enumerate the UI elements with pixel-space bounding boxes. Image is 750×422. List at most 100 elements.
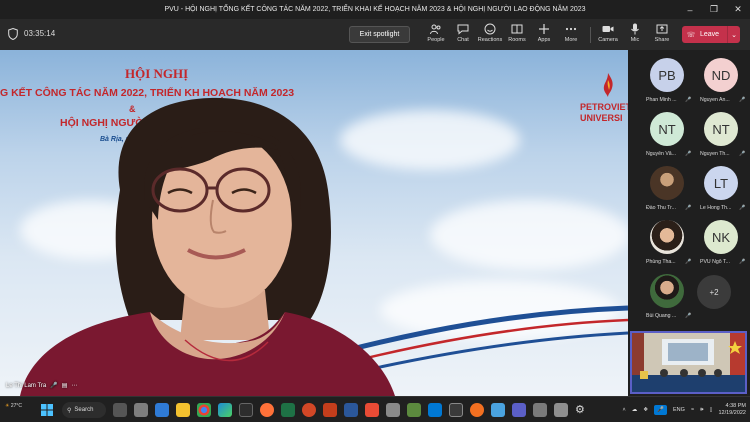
widgets-icon[interactable]: [134, 403, 148, 417]
system-tray: ˄ ☁ ❖ 🎤 ENG ≈ 🕪 ▯ 4:38 PM 12/19/2022: [623, 401, 747, 419]
app-icon[interactable]: [323, 403, 337, 417]
camera-button[interactable]: Camera: [594, 23, 622, 47]
people-button[interactable]: People: [422, 23, 450, 47]
leave-button[interactable]: ☏ Leave ⌄: [682, 26, 740, 43]
minimize-icon[interactable]: –: [678, 0, 702, 19]
speaker-name: Le Thi Lam Tra: [6, 382, 47, 389]
edge-icon[interactable]: [218, 403, 232, 417]
app-icon[interactable]: [554, 403, 568, 417]
excel-icon[interactable]: [281, 403, 295, 417]
participant-name: PVU Ngô T...: [700, 259, 730, 265]
firefox-icon[interactable]: [260, 403, 274, 417]
people-label: People: [427, 37, 445, 43]
more-button[interactable]: More: [557, 23, 585, 47]
mic-muted-icon: 🎤: [739, 151, 746, 157]
more-label: More: [564, 37, 578, 43]
chevron-up-icon[interactable]: ˄: [623, 407, 626, 413]
participant-name: Nguyen Th...: [700, 151, 730, 157]
app-icon[interactable]: [407, 403, 421, 417]
more-options-icon[interactable]: ⋯: [71, 382, 77, 389]
terminal-icon[interactable]: [449, 403, 463, 417]
clock[interactable]: 4:38 PM 12/19/2022: [718, 403, 746, 417]
rooms-button[interactable]: Rooms: [503, 23, 531, 47]
window-title: PVU - HỘI NGHỊ TỔNG KẾT CÔNG TÁC NĂM 202…: [164, 6, 586, 13]
app-icon[interactable]: [239, 403, 253, 417]
rooms-label: Rooms: [508, 37, 526, 43]
participant-name: Phùng Tha...: [646, 259, 676, 265]
weather-sun-icon: ☀: [5, 403, 10, 409]
settings-gear-icon[interactable]: ⚙: [575, 403, 589, 417]
volume-icon[interactable]: 🕪: [700, 407, 703, 414]
app-icon[interactable]: [365, 403, 379, 417]
cloud-icon[interactable]: ☁: [632, 407, 638, 413]
rooms-icon: [511, 24, 523, 34]
avatar: LT: [704, 166, 738, 200]
app-icon[interactable]: [470, 403, 484, 417]
pin-icon[interactable]: ▤: [62, 382, 68, 389]
reactions-label: Reactions: [477, 37, 503, 43]
windows-taskbar: ☀ 27°C ⚲ Search ⚙ ˄ ☁ ❖ 🎤 ENG ≈ 🕪 ▯ 4:38…: [0, 396, 750, 422]
more-dots-icon: [565, 27, 577, 31]
mic-muted-icon: 🎤: [739, 205, 746, 211]
apps-label: Apps: [537, 37, 551, 43]
avatar: NT: [650, 112, 684, 146]
participant-tile[interactable]: PB Phan Minh ... 🎤: [636, 52, 692, 104]
language-indicator[interactable]: ENG: [673, 407, 685, 413]
meeting-toolbar: 03:35:14 Exit spotlight People Chat Reac…: [0, 19, 750, 50]
participant-tile[interactable]: NT Nguyễn Vă... 🎤: [636, 106, 692, 158]
apps-button[interactable]: Apps: [530, 23, 558, 47]
wifi-icon[interactable]: ≈: [691, 407, 694, 413]
taskbar-search[interactable]: ⚲ Search: [62, 402, 106, 418]
powerpoint-icon[interactable]: [302, 403, 316, 417]
avatar-photo: [650, 274, 684, 308]
chrome-icon[interactable]: [197, 403, 211, 417]
word-icon[interactable]: [344, 403, 358, 417]
mic-muted-icon: 🎤: [50, 383, 58, 389]
chat-label: Chat: [457, 37, 469, 43]
self-view-video[interactable]: [630, 331, 747, 394]
mic-muted-icon: 🎤: [685, 313, 692, 319]
camera-label: Camera: [598, 37, 618, 43]
close-icon[interactable]: ✕: [726, 0, 750, 19]
exit-spotlight-button[interactable]: Exit spotlight: [349, 26, 410, 43]
participant-name: Phan Minh ...: [646, 97, 677, 103]
participant-tile[interactable]: Phùng Tha... 🎤: [636, 214, 692, 266]
search-icon: ⚲: [67, 407, 72, 414]
people-icon: [430, 24, 441, 35]
participant-tile[interactable]: NK PVU Ngô T... 🎤: [690, 214, 746, 266]
mic-active-icon[interactable]: 🎤: [654, 405, 668, 415]
mic-button[interactable]: Mic: [621, 23, 649, 47]
battery-icon[interactable]: ▯: [709, 407, 712, 413]
reactions-button[interactable]: Reactions: [476, 23, 504, 47]
weather-widget[interactable]: ☀ 27°C: [5, 403, 22, 409]
participant-tile[interactable]: Đào Thu Tr... 🎤: [636, 160, 692, 212]
dropbox-icon[interactable]: ❖: [643, 407, 648, 413]
microphone-icon: [631, 23, 639, 35]
participant-name: Nguyễn Vă...: [646, 151, 676, 157]
share-button[interactable]: Share: [648, 23, 676, 47]
chevron-down-icon[interactable]: ⌄: [728, 31, 740, 39]
app-icon[interactable]: [533, 403, 547, 417]
chat-button[interactable]: Chat: [449, 23, 477, 47]
app-icon[interactable]: [386, 403, 400, 417]
participant-name: Bùi Quang ...: [646, 313, 677, 319]
avatar-photo: [650, 166, 684, 200]
participant-tile[interactable]: Bùi Quang ... 🎤: [636, 268, 692, 320]
participant-tile[interactable]: NT Nguyen Th... 🎤: [690, 106, 746, 158]
share-label: Share: [654, 37, 670, 43]
more-participants-button[interactable]: +2: [697, 275, 731, 309]
mic-label: Mic: [630, 37, 640, 43]
participant-tile[interactable]: ND Nguyen An... 🎤: [690, 52, 746, 104]
teams-icon[interactable]: [512, 403, 526, 417]
participant-name: Le Hong Th...: [700, 205, 732, 211]
participant-tile[interactable]: LT Le Hong Th... 🎤: [690, 160, 746, 212]
app-icon[interactable]: [491, 403, 505, 417]
restore-icon[interactable]: ❐: [702, 0, 726, 19]
participant-name: Nguyen An...: [700, 97, 730, 103]
windows-start-icon[interactable]: [40, 403, 54, 417]
learning-app-icon[interactable]: [155, 403, 169, 417]
task-view-icon[interactable]: [113, 403, 127, 417]
window-title-bar: PVU - HỘI NGHỊ TỔNG KẾT CÔNG TÁC NĂM 202…: [0, 0, 750, 19]
vscode-icon[interactable]: [428, 403, 442, 417]
file-explorer-icon[interactable]: [176, 403, 190, 417]
